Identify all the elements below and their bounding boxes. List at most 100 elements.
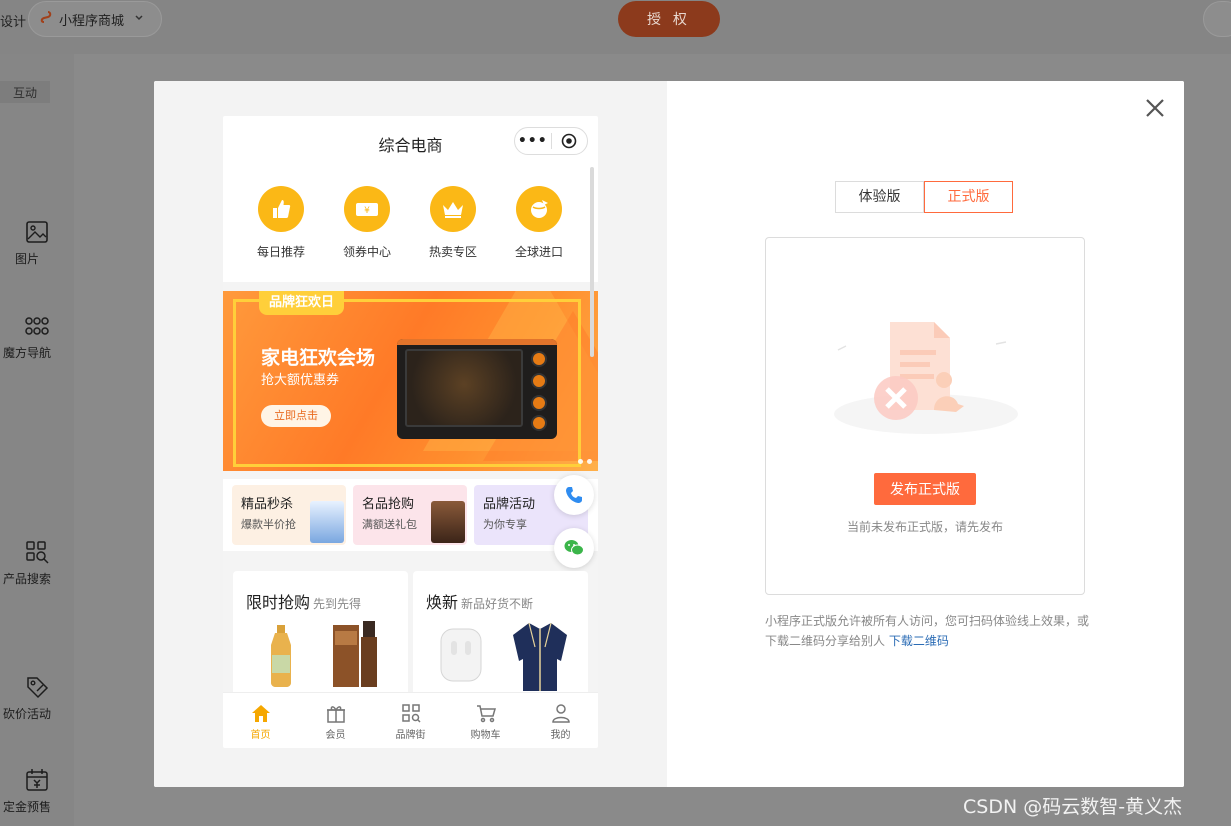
new-arrivals-card[interactable]: 焕新 新品好货不断 [413, 571, 588, 711]
oven-product-image [397, 339, 557, 439]
sidebar-item-image[interactable]: 图片 [0, 218, 74, 267]
release-description: 小程序正式版允许被所有人访问，您可扫码体验线上效果，或下载二维码分享给别人 下载… [765, 611, 1095, 651]
sidebar-item-product-search[interactable]: 产品搜索 [0, 538, 74, 587]
quick-link-daily[interactable]: 每日推荐 [238, 186, 324, 260]
sale-card-title: 限时抢购 先到先得 [246, 593, 362, 612]
phone-icon [566, 487, 582, 503]
close-icon[interactable] [1145, 97, 1165, 123]
banner-pager[interactable] [578, 459, 592, 464]
tab-cart[interactable]: 购物车 [448, 693, 523, 748]
sidebar-item-label: 砍价活动 [2, 707, 51, 721]
sale-card-sub: 新品好货不断 [461, 597, 534, 611]
sidebar-item-cube-nav[interactable]: 魔方导航 [0, 312, 74, 361]
empty-note: 当前未发布正式版，请先发布 [846, 520, 1003, 534]
promo-row: 精品秒杀 爆款半价抢 名品抢购 满额送礼包 品牌活动 为你专享 [223, 479, 598, 551]
store-selector[interactable]: 小程序商城 [28, 1, 162, 37]
tab-trial-version[interactable]: 体验版 [835, 181, 924, 213]
quick-links: 每日推荐 ¥ 领券中心 热卖专区 全球进口 [223, 168, 598, 282]
sidebar-item-label: 图片 [14, 252, 39, 266]
publish-modal: 综合电商 ••• 每日推荐 ¥ 领券中心 热卖专区 全球进口 品牌狂欢日 家电狂… [154, 81, 1184, 787]
wechat-button[interactable] [554, 528, 594, 568]
sidebar-item-label: 魔方导航 [2, 346, 51, 360]
store-name: 小程序商城 [59, 13, 125, 29]
quick-link-label: 热卖专区 [428, 245, 477, 259]
top-right-pill[interactable] [1203, 1, 1231, 37]
promo-brand-grab[interactable]: 名品抢购 满额送礼包 [353, 485, 467, 545]
banner-tag: 品牌狂欢日 [259, 291, 345, 315]
quick-link-label: 每日推荐 [256, 245, 305, 259]
authorize-button[interactable]: 授 权 [618, 1, 720, 37]
empty-state-illustration [826, 306, 1026, 460]
design-label: 设计 [0, 15, 27, 30]
tab-label: 首页 [250, 730, 271, 741]
miniprogram-logo-icon [39, 10, 53, 28]
sidebar-tag-interactive[interactable]: 互动 [0, 81, 50, 103]
user-icon [523, 702, 598, 724]
tab-home[interactable]: 首页 [223, 693, 298, 748]
juice-product-image [267, 625, 295, 691]
component-sidebar: 互动 图片 魔方导航 产品搜索 砍价活动 定金预售 [0, 54, 74, 826]
quick-link-label: 全球进口 [514, 245, 563, 259]
coupon-icon: ¥ [344, 186, 390, 232]
tab-label: 我的 [550, 730, 571, 741]
watermark: CSDN @码云数智-黄义杰 [963, 796, 1183, 818]
promo-flash-sale[interactable]: 精品秒杀 爆款半价抢 [232, 485, 346, 545]
wechat-icon [564, 540, 584, 556]
tab-profile[interactable]: 我的 [523, 693, 598, 748]
publish-release-button[interactable]: 发布正式版 [874, 473, 976, 505]
cosmetics-product-image [331, 621, 381, 693]
image-icon [23, 218, 51, 246]
cart-icon [448, 702, 523, 724]
tag-icon [23, 673, 51, 701]
banner-headline: 家电狂欢会场 [261, 347, 376, 369]
sale-card-sub: 先到先得 [313, 597, 362, 611]
tab-release-version[interactable]: 正式版 [924, 181, 1013, 213]
globe-plane-icon [516, 186, 562, 232]
tab-label: 会员 [325, 730, 346, 741]
phone-call-button[interactable] [554, 475, 594, 515]
phone-header: 综合电商 ••• [223, 116, 598, 168]
miniprogram-capsule[interactable]: ••• [514, 127, 588, 155]
promo-banner[interactable]: 品牌狂欢日 家电狂欢会场 抢大额优惠券 立即点击 [223, 291, 598, 471]
calendar-yen-icon [23, 766, 51, 794]
product-thumb [431, 501, 465, 543]
grid-search-icon [373, 702, 448, 724]
svg-text:¥: ¥ [364, 206, 370, 216]
top-bar: 设计 小程序商城 授 权 [0, 0, 1231, 54]
product-thumb [310, 501, 344, 543]
earbuds-product-image [439, 627, 483, 687]
banner-cta-button[interactable]: 立即点击 [261, 405, 331, 427]
flash-sale-card[interactable]: 限时抢购 先到先得 [233, 571, 408, 711]
bottom-tabbar: 首页 会员 品牌街 购物车 我的 [223, 692, 598, 748]
sidebar-item-label: 产品搜索 [2, 572, 51, 586]
sidebar-item-label: 定金预售 [2, 800, 51, 814]
chevron-down-icon [134, 13, 144, 26]
qrcode-area: 发布正式版 当前未发布正式版，请先发布 [765, 237, 1085, 595]
tab-label: 购物车 [470, 730, 501, 741]
download-qrcode-link[interactable]: 下载二维码 [889, 634, 949, 648]
preview-scrollbar[interactable] [590, 167, 594, 357]
quick-link-label: 领券中心 [342, 245, 391, 259]
jacket-product-image [511, 621, 569, 697]
publish-panel: 体验版 正式版 发布正式版 当前未发布正式版，请先发布 小程序正式版允许被所有人… [667, 81, 1184, 787]
grid-dots-icon [23, 312, 51, 340]
preview-panel: 综合电商 ••• 每日推荐 ¥ 领券中心 热卖专区 全球进口 品牌狂欢日 家电狂… [154, 81, 667, 787]
gift-icon [298, 702, 373, 724]
version-switch: 体验版 正式版 [835, 181, 1013, 213]
more-dots-icon[interactable]: ••• [515, 133, 551, 149]
search-grid-icon [23, 538, 51, 566]
sale-card-title: 焕新 新品好货不断 [426, 593, 534, 612]
sidebar-item-presale[interactable]: 定金预售 [0, 766, 74, 815]
home-icon [223, 702, 298, 724]
tab-label: 品牌街 [395, 730, 426, 741]
quick-link-hot[interactable]: 热卖专区 [410, 186, 496, 260]
quick-link-global[interactable]: 全球进口 [496, 186, 582, 260]
tab-brand-street[interactable]: 品牌街 [373, 693, 448, 748]
thumbs-up-icon [258, 186, 304, 232]
sidebar-item-bargain[interactable]: 砍价活动 [0, 673, 74, 722]
target-icon[interactable] [551, 133, 587, 149]
tab-member[interactable]: 会员 [298, 693, 373, 748]
banner-subline: 抢大额优惠券 [261, 373, 340, 388]
phone-preview: 综合电商 ••• 每日推荐 ¥ 领券中心 热卖专区 全球进口 品牌狂欢日 家电狂… [223, 116, 598, 748]
quick-link-coupon[interactable]: ¥ 领券中心 [324, 186, 410, 260]
